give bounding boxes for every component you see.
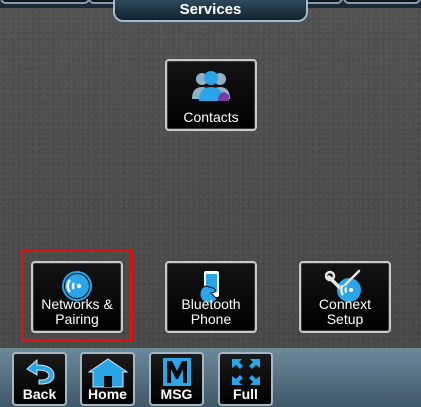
selection-highlight (21, 249, 133, 342)
msg-button[interactable]: MSG (149, 352, 204, 406)
top-tab-right-small[interactable] (303, 0, 343, 4)
contacts-people-icon (192, 71, 230, 101)
full-button[interactable]: Full (218, 352, 273, 406)
back-button[interactable]: Back (12, 352, 67, 406)
connext-setup-button[interactable]: Connext Setup (299, 261, 391, 333)
connext-label: Connext Setup (301, 297, 389, 327)
msg-label: MSG (160, 386, 193, 402)
services-screen: Services Contacts Networks & Pairing Blu… (0, 0, 421, 407)
bluetooth-label: Bluetooth Phone (167, 297, 255, 327)
page-title: Services (113, 0, 308, 22)
back-arrow-icon (25, 358, 55, 385)
top-tab-right[interactable] (343, 0, 421, 4)
home-icon (86, 358, 129, 388)
message-m-icon (162, 358, 191, 386)
contacts-button[interactable]: Contacts (165, 59, 257, 131)
home-label: Home (88, 386, 127, 402)
connext-label-line1: Connext (318, 296, 372, 312)
connext-label-line2: Setup (326, 311, 364, 327)
home-button[interactable]: Home (80, 352, 135, 406)
top-tab-left[interactable] (0, 0, 90, 4)
bluetooth-label-line1: Bluetooth (181, 296, 241, 312)
bluetooth-label-line2: Phone (190, 311, 232, 327)
full-label: Full (233, 386, 258, 402)
bluetooth-phone-button[interactable]: Bluetooth Phone (165, 261, 257, 333)
back-label: Back (22, 386, 57, 402)
contacts-label: Contacts (183, 109, 239, 125)
fullscreen-arrows-icon (231, 359, 260, 385)
